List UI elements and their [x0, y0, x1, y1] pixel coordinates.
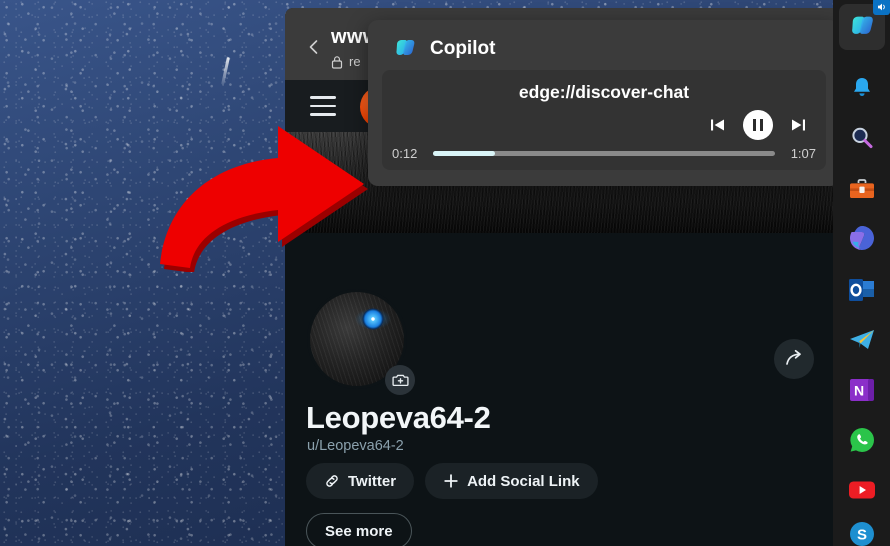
hamburger-menu-icon[interactable] — [310, 96, 336, 116]
share-button[interactable] — [774, 339, 814, 379]
avatar-wrapper — [307, 289, 415, 395]
profile-body: Leopeva64-2 u/Leopeva64-2 Twitter Add So… — [285, 233, 833, 546]
social-links-row: Twitter Add Social Link — [306, 463, 598, 499]
social-link-twitter[interactable]: Twitter — [306, 463, 415, 499]
lock-icon — [331, 55, 343, 69]
m365-glyph — [850, 226, 874, 250]
speaker-icon — [873, 0, 890, 15]
skype-glyph: S — [850, 522, 874, 546]
svg-text:S: S — [857, 527, 867, 544]
link-chain-icon — [326, 475, 338, 487]
share-arrow-icon — [786, 349, 801, 365]
toolbox-icon[interactable] — [844, 172, 880, 208]
plus-icon — [444, 474, 458, 488]
pause-icon — [759, 119, 763, 131]
telegram-glyph — [850, 330, 874, 349]
address-bar-site[interactable]: re — [331, 54, 361, 69]
social-link-label: Twitter — [348, 472, 397, 490]
magnifier-glyph — [852, 127, 873, 149]
skype-icon[interactable]: S — [844, 516, 880, 546]
toolbox-glyph — [850, 179, 874, 198]
bell-glyph — [854, 78, 870, 96]
telegram-icon[interactable] — [844, 322, 880, 358]
copilot-header: Copilot — [392, 36, 495, 62]
see-more-button[interactable]: See more — [306, 513, 412, 546]
chevron-left-icon[interactable] — [306, 39, 322, 55]
elapsed-time: 0:12 — [392, 146, 418, 161]
search-magnifier-icon[interactable] — [844, 120, 880, 156]
next-track-button[interactable] — [788, 115, 808, 135]
camera-add-icon — [391, 374, 409, 387]
profile-username: u/Leopeva64-2 — [307, 438, 404, 454]
previous-track-button[interactable] — [708, 115, 728, 135]
svg-text:N: N — [854, 383, 864, 399]
outlook-glyph — [849, 279, 874, 301]
address-bar-site-text: re — [349, 54, 361, 69]
pause-button[interactable] — [743, 110, 773, 140]
onenote-glyph: N — [850, 379, 874, 401]
profile-display-name: Leopeva64-2 — [306, 400, 491, 435]
copilot-logo-icon — [852, 16, 873, 34]
media-controls — [708, 110, 808, 140]
outlook-icon[interactable] — [844, 272, 880, 308]
screen-root: www re Leopeva64-2 u/Leopeva64-2 Twitter… — [0, 0, 890, 546]
whatsapp-glyph — [850, 428, 874, 452]
see-more-row: See more — [306, 513, 412, 546]
progress-slider[interactable] — [433, 151, 775, 156]
copilot-taskbar-icon[interactable] — [839, 0, 890, 50]
media-progress-row: 0:12 1:07 — [392, 146, 816, 161]
media-card: edge://discover-chat 0:12 1:07 — [382, 70, 826, 170]
total-time: 1:07 — [790, 146, 816, 161]
microsoft-365-icon[interactable] — [844, 220, 880, 256]
add-social-link-button[interactable]: Add Social Link — [425, 463, 598, 499]
copilot-title: Copilot — [430, 38, 496, 59]
avatar-camera-add-button[interactable] — [385, 365, 415, 395]
youtube-icon[interactable] — [844, 472, 880, 508]
whatsapp-icon[interactable] — [844, 422, 880, 458]
media-source-title: edge://discover-chat — [518, 82, 690, 102]
add-social-link-label: Add Social Link — [467, 472, 580, 490]
next-track-icon — [792, 119, 805, 131]
copilot-logo-icon — [396, 40, 415, 55]
right-taskbar: N S — [833, 0, 890, 546]
see-more-label: See more — [325, 522, 393, 540]
pause-icon — [753, 119, 757, 131]
youtube-glyph — [849, 481, 875, 499]
progress-fill — [433, 151, 495, 156]
speaker-glyph — [877, 3, 885, 10]
previous-track-icon — [711, 119, 724, 131]
copilot-media-panel: Copilot edge://discover-chat 0:12 1:07 — [368, 20, 840, 186]
notifications-bell-icon[interactable] — [844, 70, 880, 106]
onenote-icon[interactable]: N — [844, 372, 880, 408]
